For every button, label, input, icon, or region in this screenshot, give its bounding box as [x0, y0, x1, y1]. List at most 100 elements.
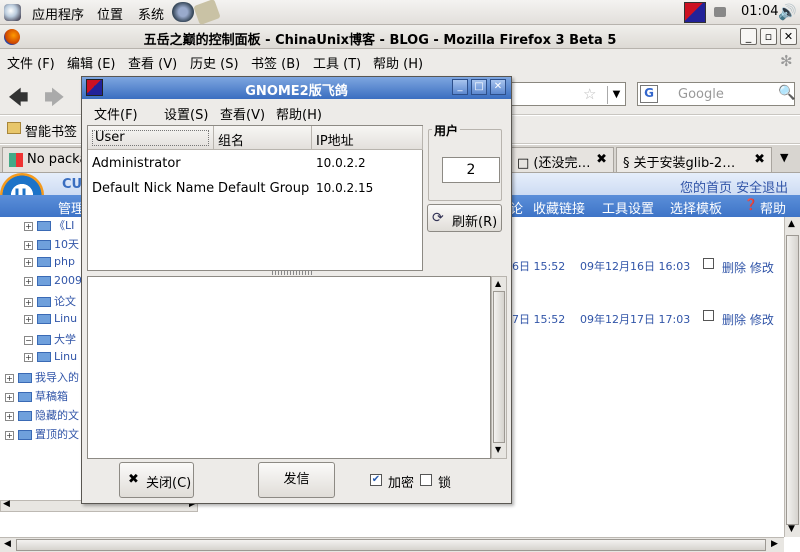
message-scrollbar[interactable]: ▲ ▼ [491, 276, 507, 459]
tree-item[interactable]: + 《LI [24, 217, 74, 236]
close-button[interactable]: ✕ [780, 28, 797, 45]
row-date: 7日 15:52 [512, 313, 566, 326]
users-label: 用户 [432, 122, 461, 139]
firefox-titlebar: 五岳之巅的控制面板 - ChinaUnix博客 - BLOG - Mozilla… [0, 25, 800, 49]
message-scroll-thumb[interactable] [493, 291, 505, 443]
row-checkbox[interactable] [703, 258, 714, 269]
tab-2-label: □ (还没完… [517, 156, 591, 171]
throbber-icon: ✻ [780, 52, 793, 70]
tab-1[interactable]: No packa [2, 147, 82, 172]
menu-bookmarks[interactable]: 书签 (B) [251, 53, 300, 72]
user-row[interactable]: Administrator 10.0.2.2 [88, 153, 422, 177]
user-name: Default Nick Name [92, 181, 215, 196]
window-title: 五岳之巅的控制面板 - ChinaUnix博客 - BLOG - Mozilla… [143, 33, 617, 48]
menu-edit[interactable]: 编辑 (E) [67, 53, 116, 72]
tab-list-icon[interactable]: ▼ [780, 151, 788, 164]
dialog-menu-settings[interactable]: 设置(S) [164, 104, 208, 123]
tree-item[interactable]: + 论文 [24, 293, 76, 312]
user-ip: 10.0.2.2 [316, 156, 366, 170]
tree-item[interactable]: + 隐藏的文 [5, 407, 79, 426]
user-count: 2 [442, 157, 500, 183]
tree-item[interactable]: + Linu [24, 312, 77, 331]
close-dialog-button[interactable]: ✖ 关闭(C) [119, 462, 194, 498]
tree-item[interactable]: +10天 [24, 236, 79, 255]
dialog-titlebar[interactable]: GNOME2版飞鸽 _ □ ✕ [82, 77, 511, 99]
tree-item[interactable]: + php [24, 255, 75, 274]
dialog-menu-file[interactable]: 文件(F) [94, 104, 138, 123]
dialog-menu-view[interactable]: 查看(V) [220, 104, 265, 123]
nav-link-4[interactable]: 选择模板 [670, 198, 722, 217]
back-button[interactable]: 🡄 [8, 83, 29, 117]
applications-menu[interactable]: 应用程序 [32, 4, 84, 23]
site-logo: CU [62, 177, 83, 192]
feige-tray-icon[interactable] [684, 2, 706, 23]
help-icon: ❓ [744, 198, 758, 211]
send-button[interactable]: 发信 [258, 462, 335, 498]
page-hscroll-thumb[interactable] [16, 539, 766, 551]
menu-history[interactable]: 历史 (S) [190, 53, 239, 72]
tree-item[interactable]: +2009 [24, 274, 82, 293]
minimize-button[interactable]: _ [740, 28, 757, 45]
mail-launcher-icon[interactable] [193, 0, 221, 26]
encrypt-checkbox[interactable]: ✔ [370, 474, 382, 486]
pane-splitter[interactable] [272, 270, 312, 275]
search-box[interactable]: G Google 🔍 [637, 82, 795, 106]
message-textarea[interactable] [87, 276, 491, 459]
search-icon[interactable]: 🔍 [778, 85, 795, 101]
menu-help[interactable]: 帮助 (H) [373, 53, 423, 72]
user-row[interactable]: Default Nick Name Default Group 10.0.2.1… [88, 178, 422, 202]
tree-item[interactable]: + 置顶的文 [5, 426, 79, 445]
volume-icon[interactable]: 🔊 [778, 3, 797, 21]
nav-link-3[interactable]: 工具设置 [602, 198, 654, 217]
firefox-menubar: 文件 (F) 编辑 (E) 查看 (V) 历史 (S) 书签 (B) 工具 (T… [0, 49, 800, 73]
tab-3[interactable]: § 关于安装glib-2… ✖ [616, 147, 772, 172]
refresh-button[interactable]: ⟳ 刷新(R) [427, 204, 502, 232]
smart-bookmarks[interactable]: 智能书签 [25, 121, 77, 140]
tree-item[interactable]: − 大学 [24, 331, 76, 350]
network-tray-icon[interactable] [714, 7, 726, 17]
bookmark-star-icon[interactable]: ☆ [583, 85, 596, 103]
places-menu[interactable]: 位置 [97, 4, 123, 23]
dialog-maximize-button[interactable]: □ [471, 79, 487, 95]
column-header-user[interactable]: User [88, 126, 214, 150]
google-engine-icon[interactable]: G [640, 85, 658, 103]
user-list: User 组名 IP地址 Administrator 10.0.2.2 Defa… [87, 125, 423, 271]
tab-doc-icon: § [623, 156, 630, 171]
forward-button[interactable]: 🡆 [44, 83, 65, 117]
dialog-menu-help[interactable]: 帮助(H) [276, 104, 322, 123]
column-header-group[interactable]: 组名 [214, 126, 312, 150]
dialog-close-button[interactable]: ✕ [490, 79, 506, 95]
tab-close-icon[interactable]: ✖ [754, 152, 765, 167]
tree-item[interactable]: + Linu [24, 350, 77, 369]
menu-file[interactable]: 文件 (F) [7, 53, 55, 72]
top-right-links[interactable]: 您的首页 安全退出 [680, 177, 788, 196]
maximize-button[interactable]: ▫ [760, 28, 777, 45]
system-menu[interactable]: 系统 [138, 4, 164, 23]
row-actions[interactable]: 删除 修改 [722, 259, 774, 276]
lock-checkbox[interactable] [420, 474, 432, 486]
tree-item[interactable]: + 我导入的 [5, 369, 79, 388]
browser-launcher-icon[interactable] [172, 2, 194, 22]
lock-label: 锁 [438, 476, 452, 491]
gnome-panel: 应用程序 位置 系统 01:04 🔊 [0, 0, 800, 26]
page-scroll-thumb[interactable] [786, 235, 799, 525]
column-header-ip[interactable]: IP地址 [312, 126, 423, 150]
page-horizontal-scrollbar[interactable]: ◀ ▶ [0, 537, 784, 552]
refresh-icon: ⟳ [432, 210, 444, 226]
tree-item[interactable]: + 草稿箱 [5, 388, 68, 407]
nav-link-5[interactable]: 帮助 [760, 198, 786, 217]
page-vertical-scrollbar[interactable]: ▲ ▼ [784, 217, 800, 537]
tab-close-icon[interactable]: ✖ [596, 152, 607, 167]
url-dropdown-icon[interactable]: ▼ [607, 86, 625, 104]
bookmark-folder-icon [7, 122, 21, 134]
row-actions[interactable]: 删除 修改 [722, 311, 774, 328]
nav-link-2[interactable]: 收藏链接 [533, 198, 585, 217]
url-bar[interactable]: ☆ ▼ [510, 82, 626, 106]
tab-1-label: No packa [27, 152, 82, 167]
menu-view[interactable]: 查看 (V) [128, 53, 177, 72]
menu-tools[interactable]: 工具 (T) [313, 53, 361, 72]
row-checkbox[interactable] [703, 310, 714, 321]
panel-clock[interactable]: 01:04 [741, 4, 778, 19]
dialog-minimize-button[interactable]: _ [452, 79, 468, 95]
tab-2[interactable]: □ (还没完… ✖ [510, 147, 614, 172]
